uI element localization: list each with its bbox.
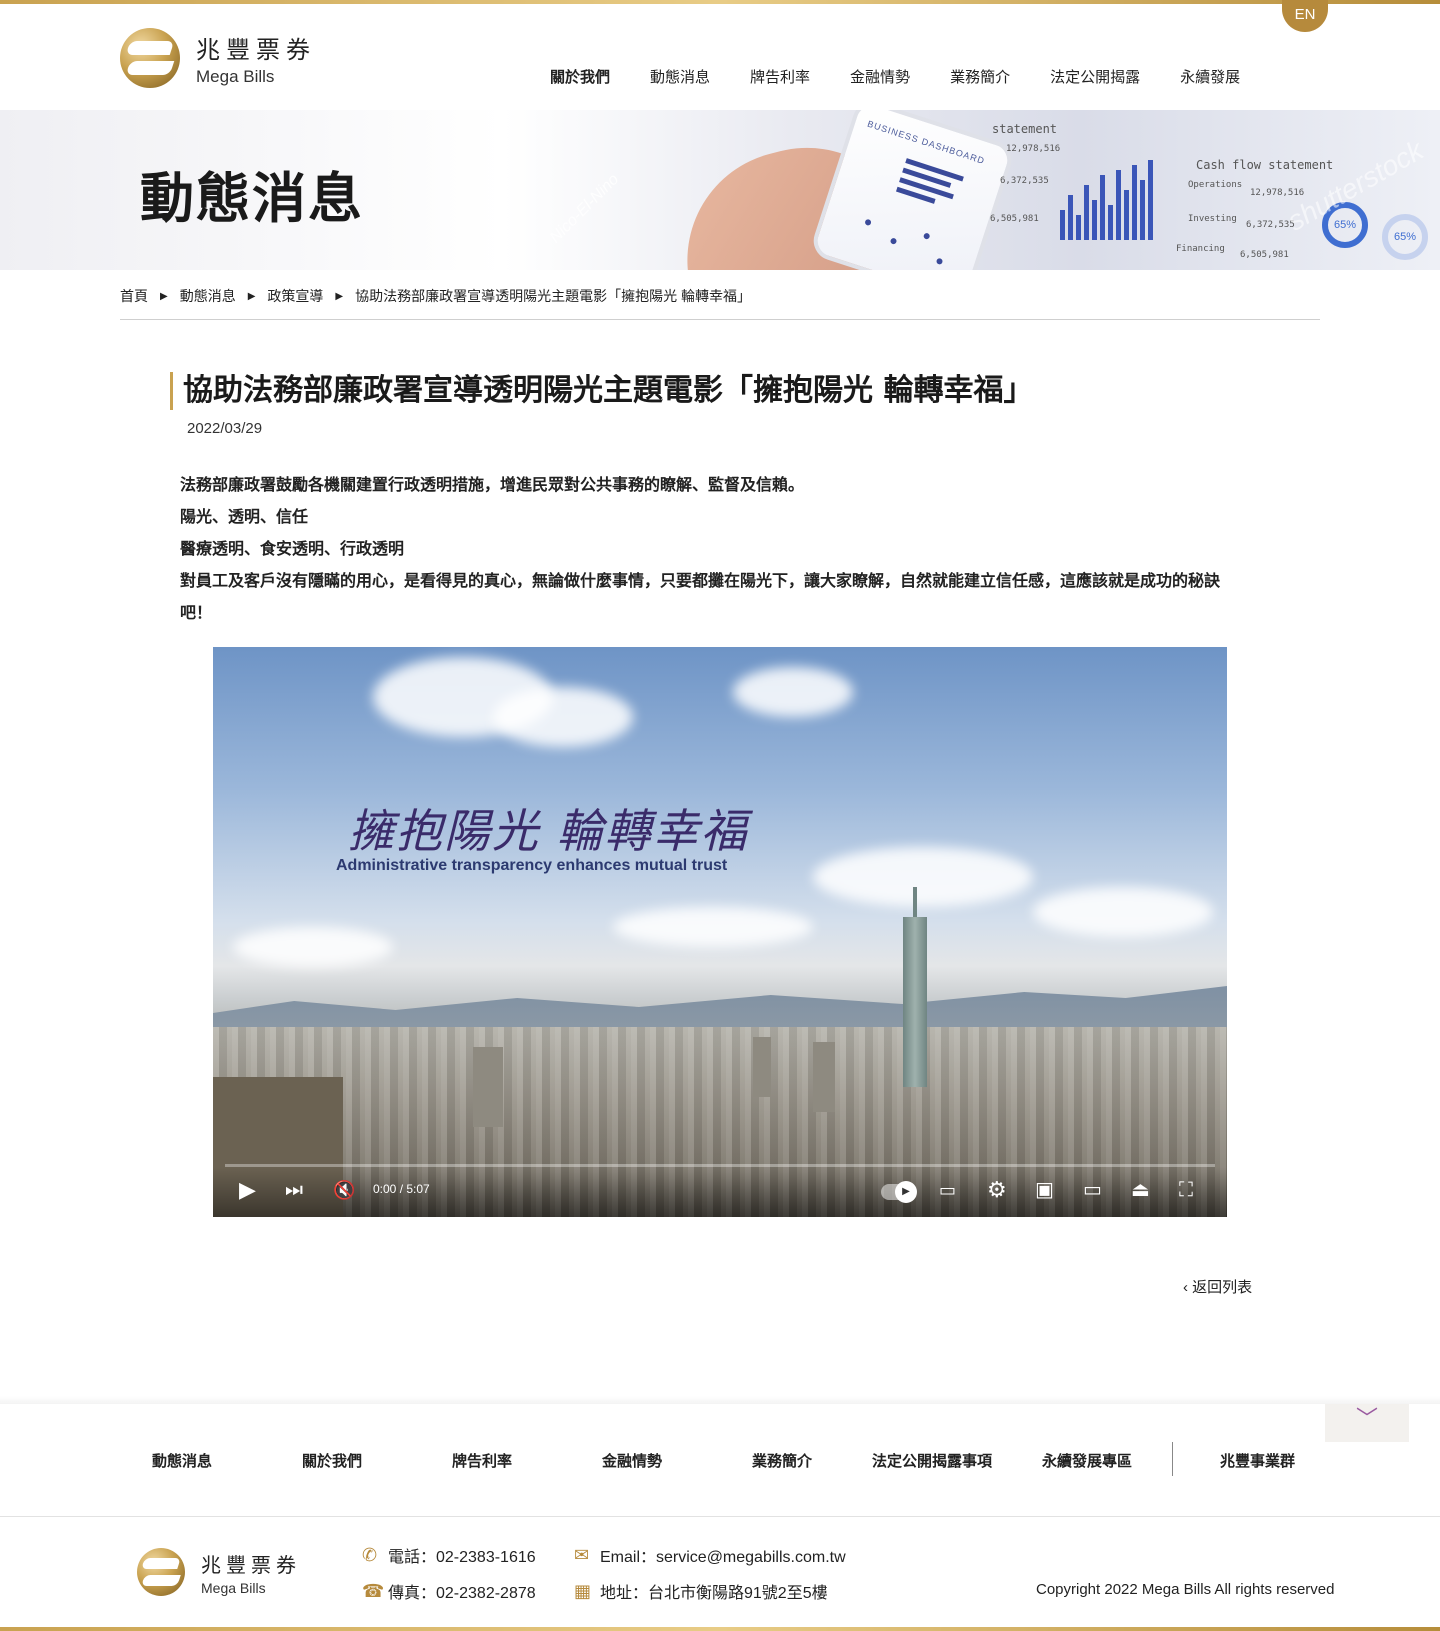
- footer-phone: ✆ 電話：02-2383-1616: [362, 1544, 536, 1567]
- nav-item-news[interactable]: 動態消息: [650, 66, 710, 87]
- video-overlay-subtitle: Administrative transparency enhances mut…: [336, 857, 728, 874]
- envelope-icon: ✉: [574, 1544, 590, 1565]
- footer-nav-business[interactable]: 業務簡介: [752, 1450, 812, 1471]
- footer-logo[interactable]: 兆豐票券 Mega Bills: [137, 1548, 301, 1596]
- copyright-text: Copyright 2022 Mega Bills All rights res…: [1036, 1581, 1335, 1598]
- footer-nav-group[interactable]: 兆豐事業群: [1220, 1450, 1295, 1471]
- video-time: 0:00 / 5:07: [373, 1182, 430, 1196]
- airplay-icon[interactable]: ⏏: [1131, 1175, 1150, 1205]
- breadcrumb-home[interactable]: 首頁: [120, 286, 148, 306]
- chevron-left-icon: ‹: [1183, 1279, 1193, 1296]
- video-overlay-title: 擁抱陽光 輪轉幸福: [348, 804, 749, 858]
- nav-item-sustainability[interactable]: 永續發展: [1180, 66, 1240, 87]
- site-header: 兆豐票券 Mega Bills EN 關於我們 動態消息 牌告利率 金融情勢 業…: [0, 0, 1440, 110]
- video-player[interactable]: 擁抱陽光 輪轉幸福 Administrative transparency en…: [213, 647, 1227, 1217]
- caret-right-icon: ▶: [247, 290, 256, 302]
- article-title: 協助法務部廉政署宣導透明陽光主題電影「擁抱陽光 輪轉幸福」: [170, 372, 1033, 410]
- footer-nav-rates[interactable]: 牌告利率: [452, 1450, 512, 1471]
- breadcrumb-news[interactable]: 動態消息: [180, 286, 236, 306]
- collapse-footer-button[interactable]: ﹀: [1325, 1404, 1409, 1442]
- footer-address: ▦ 地址：台北市衡陽路91號2至5樓: [574, 1580, 828, 1603]
- page-title: 動態消息: [140, 167, 364, 230]
- building-icon: ▦: [574, 1580, 592, 1601]
- caret-right-icon: ▶: [335, 290, 344, 302]
- back-to-list-label: 返回列表: [1192, 1279, 1253, 1296]
- next-icon[interactable]: ⏭: [285, 1175, 303, 1205]
- theater-icon[interactable]: ▭: [1083, 1175, 1102, 1205]
- footer-logo-en: Mega Bills: [201, 1579, 266, 1596]
- language-switch-button[interactable]: EN: [1282, 0, 1328, 32]
- banner-bar-graphic: [1060, 160, 1170, 240]
- page-banner: BUSINESS DASHBOARD statement 12,978,516 …: [0, 110, 1440, 270]
- footer-fax: ☎ 傳真：02-2382-2878: [362, 1580, 536, 1603]
- logo-mark-icon: [120, 28, 180, 88]
- settings-icon[interactable]: ⚙: [987, 1175, 1007, 1205]
- footer-email[interactable]: ✉ Email：service@megabills.com.tw: [574, 1543, 846, 1567]
- footer-nav-about[interactable]: 關於我們: [302, 1450, 362, 1471]
- miniplayer-icon[interactable]: ▣: [1035, 1175, 1054, 1205]
- breadcrumb-policy[interactable]: 政策宣導: [267, 286, 323, 306]
- nav-item-rates[interactable]: 牌告利率: [750, 66, 810, 87]
- chevron-down-icon: ﹀: [1355, 1406, 1378, 1431]
- footer-nav-disclosure[interactable]: 法定公開揭露事項: [872, 1450, 992, 1471]
- footer-nav-sustainability[interactable]: 永續發展專區: [1042, 1450, 1132, 1471]
- taipei-101-building: [903, 917, 927, 1087]
- video-controls: ▶ ⏭ 🔇 0:00 / 5:07 ▭ ⚙ ▣ ▭ ⏏ ⛶: [213, 1167, 1227, 1217]
- logo-name-en: Mega Bills: [196, 66, 275, 86]
- article-paragraph: 法務部廉政署鼓勵各機關建置行政透明措施，增進民眾對公共事務的瞭解、監督及信賴。: [180, 477, 805, 494]
- main-nav: 關於我們 動態消息 牌告利率 金融情勢 業務簡介 法定公開揭露 永續發展: [550, 66, 1280, 87]
- footer-nav-market[interactable]: 金融情勢: [602, 1450, 662, 1471]
- logo-mark-icon: [137, 1548, 185, 1596]
- play-icon[interactable]: ▶: [239, 1175, 256, 1205]
- nav-item-market[interactable]: 金融情勢: [850, 66, 910, 87]
- subtitles-icon[interactable]: ▭: [939, 1175, 956, 1205]
- logo-name-zh: 兆豐票券: [196, 35, 316, 64]
- nav-item-about[interactable]: 關於我們: [550, 66, 610, 87]
- footer-nav-news[interactable]: 動態消息: [152, 1450, 212, 1471]
- breadcrumb-current: 協助法務部廉政署宣導透明陽光主題電影「擁抱陽光 輪轉幸福」: [355, 288, 751, 304]
- autoplay-toggle[interactable]: [881, 1181, 917, 1203]
- site-logo[interactable]: 兆豐票券 Mega Bills: [120, 26, 320, 90]
- article-paragraph: 醫療透明、食安透明、行政透明: [180, 541, 405, 558]
- nav-item-business[interactable]: 業務簡介: [950, 66, 1010, 87]
- article-paragraph: 對員工及客戶沒有隱瞞的用心，是看得見的真心，無論做什麼事情，只要都攤在陽光下，讓…: [180, 573, 1221, 622]
- footer-logo-zh: 兆豐票券: [201, 1552, 301, 1577]
- breadcrumb-divider: [120, 319, 1320, 320]
- mute-icon[interactable]: 🔇: [333, 1175, 355, 1205]
- back-to-list-link[interactable]: ‹ 返回列表: [1183, 1276, 1252, 1297]
- phone-icon: ✆: [362, 1544, 378, 1565]
- article-paragraph: 陽光、透明、信任: [180, 509, 309, 526]
- fax-icon: ☎: [362, 1580, 385, 1601]
- article-date: 2022/03/29: [187, 420, 263, 437]
- banner-phone-image: BUSINESS DASHBOARD: [808, 110, 1017, 270]
- caret-right-icon: ▶: [160, 290, 168, 302]
- fullscreen-icon[interactable]: ⛶: [1179, 1175, 1193, 1205]
- breadcrumb: 首頁 ▶ 動態消息 ▶ 政策宣導 ▶ 協助法務部廉政署宣導透明陽光主題電影「擁抱…: [120, 286, 751, 306]
- nav-item-disclosure[interactable]: 法定公開揭露: [1050, 66, 1140, 87]
- bottom-accent-line: [0, 1627, 1440, 1631]
- article-body: 法務部廉政署鼓勵各機關建置行政透明措施，增進民眾對公共事務的瞭解、監督及信賴。 …: [180, 470, 1240, 630]
